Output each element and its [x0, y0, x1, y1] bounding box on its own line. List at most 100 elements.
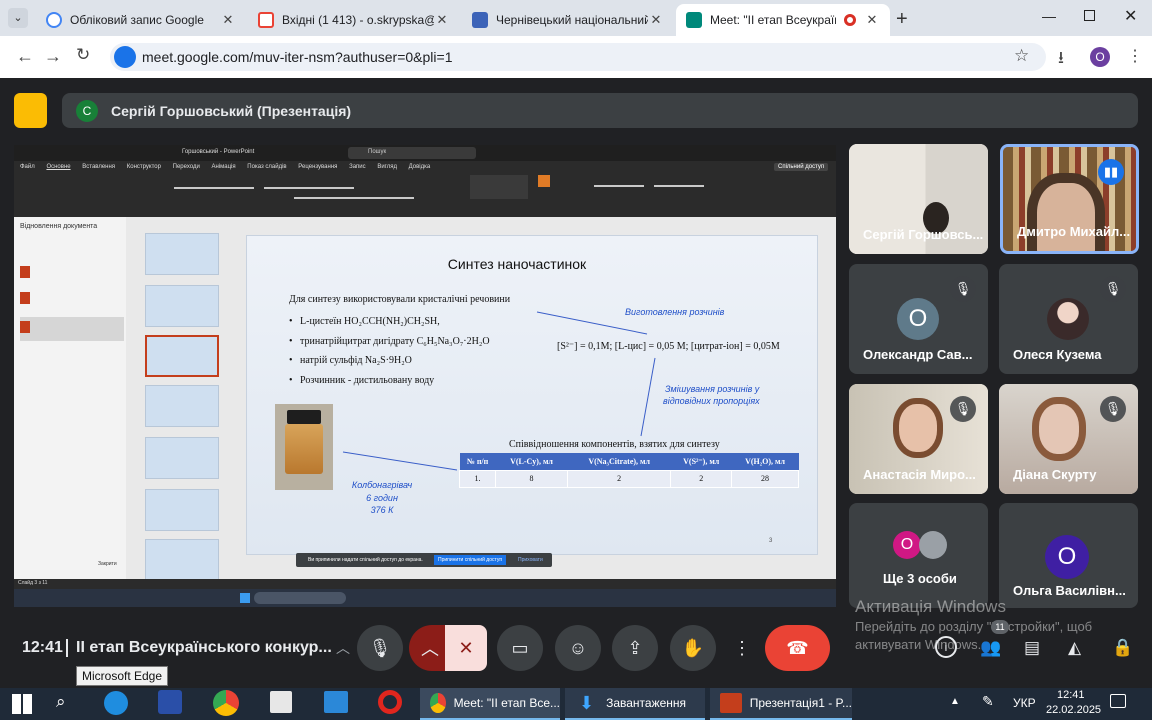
store-icon[interactable]: [270, 691, 292, 713]
taskbar-item-powerpoint[interactable]: Презентація1 - P...: [710, 688, 852, 720]
more-options-button[interactable]: ⋮: [725, 625, 759, 671]
participant-tile-speaking[interactable]: ▮▮ Дмитро Михайл...: [1000, 144, 1139, 254]
share-button[interactable]: Спільний доступ: [774, 163, 829, 171]
microphone-button[interactable]: 🎙: [357, 625, 403, 671]
more-participants-tile[interactable]: О Ще 3 особи: [849, 503, 988, 608]
present-screen-button[interactable]: ⇪: [612, 625, 658, 671]
tab-google-account[interactable]: Обліковий запис Google ✕: [36, 4, 246, 36]
host-controls-icon[interactable]: 🔒: [1112, 638, 1133, 658]
tab-title: Обліковий запис Google: [70, 13, 204, 27]
menu-transitions[interactable]: Переходи: [173, 164, 200, 170]
url-text[interactable]: meet.google.com/muv-iter-nsm?authuser=0&…: [142, 49, 453, 65]
menu-slideshow[interactable]: Показ слайдів: [247, 164, 286, 170]
taskbar-item-downloads[interactable]: ⬇ Завантаження: [565, 688, 705, 720]
presenter-avatar: С: [76, 100, 98, 122]
slide-thumbnail[interactable]: [145, 437, 219, 479]
meeting-divider: [66, 639, 68, 657]
ppt-title: Горшовський - PowerPoint: [182, 149, 255, 155]
chat-icon[interactable]: ▤: [1024, 638, 1040, 658]
menu-record[interactable]: Запис: [349, 164, 366, 170]
recovery-item[interactable]: [20, 265, 120, 285]
app-icon[interactable]: [324, 691, 348, 713]
slide-thumbnail[interactable]: [145, 539, 219, 581]
ribbon-arrange-icon[interactable]: [538, 175, 550, 187]
profile-avatar[interactable]: O: [1090, 47, 1110, 67]
close-icon[interactable]: ✕: [220, 12, 236, 28]
raise-hand-button[interactable]: ✋: [670, 625, 716, 671]
microphone-site-icon[interactable]: [114, 46, 136, 68]
emoji-button[interactable]: ☺: [555, 625, 601, 671]
opera-icon[interactable]: [378, 690, 402, 714]
notifications-icon[interactable]: [1110, 694, 1126, 708]
camera-off-button[interactable]: ✕: [445, 625, 487, 671]
forward-button[interactable]: →: [44, 46, 62, 67]
tray-chevron-icon[interactable]: ▲: [950, 696, 960, 707]
tab-search-button[interactable]: ⌄: [8, 8, 28, 28]
recovery-item-selected[interactable]: [20, 317, 124, 341]
pen-icon[interactable]: ✎: [982, 693, 994, 710]
tab-meet[interactable]: Meet: "ІІ етап Всеукраїнськ ✕: [676, 4, 890, 36]
close-window-button[interactable]: ✕: [1124, 6, 1137, 26]
menu-review[interactable]: Рецензування: [298, 164, 337, 170]
meeting-info-icon[interactable]: i: [935, 636, 957, 658]
menu-file[interactable]: Файл: [20, 164, 35, 170]
table-cell: 28: [731, 469, 799, 488]
windows-start-icon[interactable]: [12, 694, 32, 714]
participant-tile[interactable]: 🎙 О Олександр Сав...: [849, 264, 988, 374]
download-icon: ⬇: [579, 692, 595, 713]
clock-date[interactable]: 22.02.2025: [1046, 704, 1101, 716]
minimize-button[interactable]: —: [1042, 8, 1056, 24]
maximize-button[interactable]: [1084, 10, 1095, 21]
activities-icon[interactable]: ◭: [1068, 638, 1081, 658]
recovery-item[interactable]: [20, 291, 120, 311]
download-icon[interactable]: ⭳: [1058, 45, 1064, 74]
bookmark-star-icon[interactable]: ☆: [1014, 46, 1029, 66]
note-heat-line: Колбонагрівач: [351, 480, 413, 490]
stop-sharing-button[interactable]: Припинити спільний доступ: [434, 555, 507, 565]
menu-animation[interactable]: Анімація: [211, 164, 235, 170]
edge-icon[interactable]: [104, 691, 128, 715]
slide-thumbnail[interactable]: [145, 233, 219, 275]
menu-design[interactable]: Конструктор: [127, 164, 161, 170]
keyboard-language[interactable]: УКР: [1013, 696, 1036, 710]
close-icon[interactable]: ✕: [864, 12, 880, 28]
leave-call-button[interactable]: ☎: [765, 625, 830, 671]
slide-thumbnail-active[interactable]: [145, 335, 219, 377]
slide-thumbnail[interactable]: [145, 489, 219, 531]
taskbar-item-meet[interactable]: Meet: "ІІ етап Все...: [420, 688, 560, 720]
chevron-up-icon[interactable]: ︿: [336, 638, 350, 658]
tab-gmail[interactable]: Вхідні (1 413) - o.skrypska@chnu.edu.ua …: [248, 4, 460, 36]
presentation-icon[interactable]: [14, 93, 47, 128]
tab-title: Meet: "ІІ етап Всеукраїнськ: [710, 13, 836, 27]
search-icon[interactable]: ⌕: [56, 692, 66, 712]
mic-off-icon: 🎙: [950, 276, 976, 302]
presenter-label: Сергій Горшовський (Презентація): [111, 103, 352, 119]
hide-button[interactable]: Приховати: [518, 557, 543, 563]
save-app-icon[interactable]: [158, 690, 182, 714]
back-button[interactable]: ←: [16, 46, 34, 67]
participant-tile[interactable]: 🎙 Анастасія Миро...: [849, 384, 988, 494]
participant-tile[interactable]: 🎙 Олеся Кузема: [999, 264, 1138, 374]
close-recovery-button[interactable]: Закрити: [98, 561, 117, 567]
captions-button[interactable]: ▭: [497, 625, 543, 671]
new-tab-button[interactable]: +: [896, 8, 908, 31]
menu-view[interactable]: Вигляд: [377, 164, 397, 170]
menu-home[interactable]: Основне: [46, 164, 70, 170]
participant-tile[interactable]: О Ольга Васил­івн...: [999, 503, 1138, 608]
people-icon[interactable]: 👥: [980, 638, 1001, 658]
participant-tile[interactable]: 🎙 Діана Скурту: [999, 384, 1138, 494]
close-icon[interactable]: ✕: [434, 12, 450, 28]
slide-thumbnail[interactable]: [145, 285, 219, 327]
participant-tile[interactable]: Сергій Горшовсь...: [849, 144, 988, 254]
browser-menu-icon[interactable]: ⋮: [1127, 46, 1143, 66]
menu-help[interactable]: Довідка: [409, 164, 431, 170]
reload-button[interactable]: ↻: [76, 45, 90, 65]
tab-university[interactable]: Чернівецький національний у ✕: [462, 4, 674, 36]
menu-insert[interactable]: Вставлення: [82, 164, 115, 170]
chrome-icon[interactable]: [213, 690, 239, 716]
close-icon[interactable]: ✕: [648, 12, 664, 28]
clock-time[interactable]: 12:41: [1057, 689, 1085, 701]
participant-name: Діана Скурту: [1013, 467, 1097, 482]
mic-off-icon: 🎙: [1100, 276, 1126, 302]
slide-thumbnail[interactable]: [145, 385, 219, 427]
